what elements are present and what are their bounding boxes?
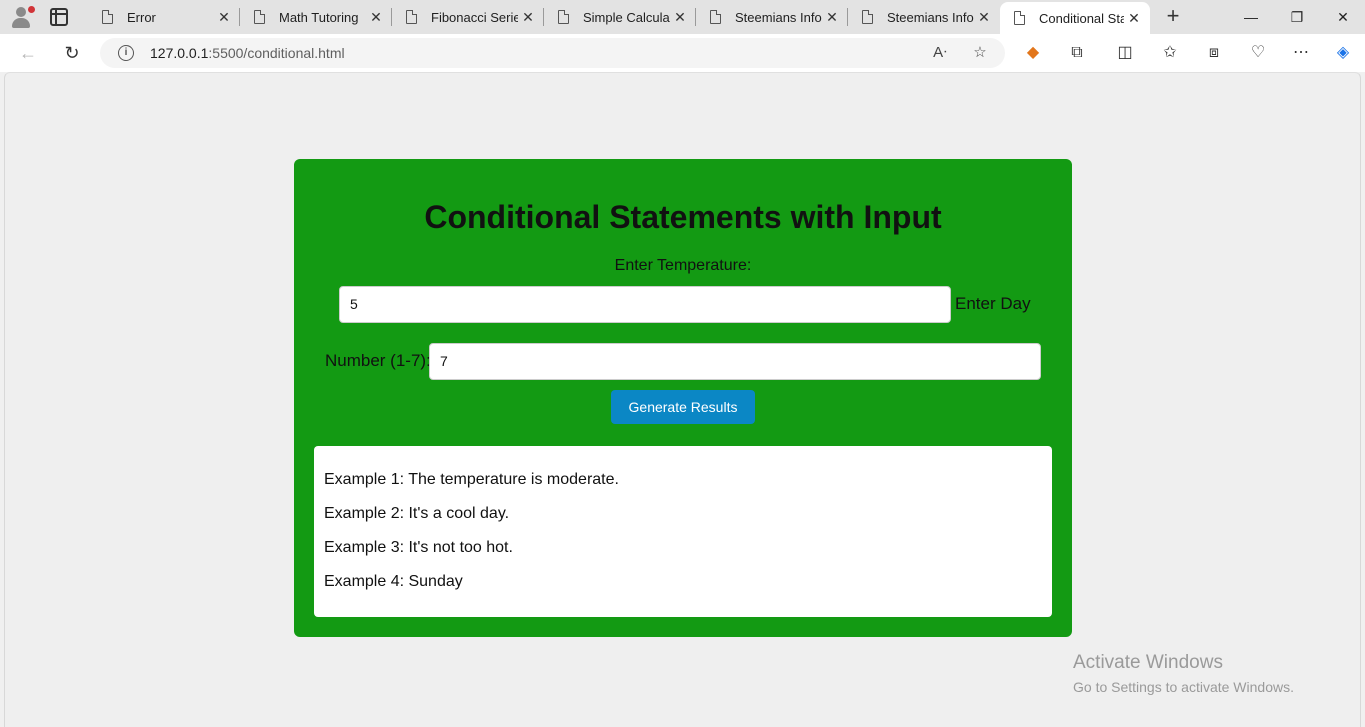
restore-icon[interactable]: ❐ xyxy=(1274,0,1320,34)
read-aloud-icon[interactable]: Aᐧ xyxy=(930,43,950,63)
tab-title: Simple Calculato xyxy=(583,9,670,25)
results-panel: Example 1: The temperature is moderate. … xyxy=(314,446,1052,617)
result-line: Example 2: It's a cool day. xyxy=(324,505,510,522)
day-number-input[interactable]: 7 xyxy=(429,343,1041,380)
close-tab-icon[interactable]: ✕ xyxy=(518,9,538,26)
close-window-icon[interactable]: ✕ xyxy=(1320,0,1365,34)
copilot-icon[interactable]: ◈ xyxy=(1332,42,1354,64)
address-bar[interactable]: i 127.0.0.1:5500/conditional.html Aᐧ ☆ xyxy=(100,38,1005,68)
generate-results-button[interactable]: Generate Results xyxy=(611,390,755,424)
extensions-icon[interactable]: ⧉ xyxy=(1066,42,1088,64)
url-text: 127.0.0.1:5500/conditional.html xyxy=(150,45,345,61)
browser-essentials-icon[interactable]: ♡ xyxy=(1247,42,1269,64)
conditional-card: Conditional Statements with Input Enter … xyxy=(294,159,1072,637)
temperature-input[interactable]: 5 xyxy=(339,286,951,323)
tab-title: Steemians Inform xyxy=(735,9,822,25)
tab-title: Conditional Stat xyxy=(1039,10,1124,26)
page-title: Conditional Statements with Input xyxy=(424,199,942,235)
page-icon xyxy=(254,10,265,24)
browser-toolbar: ← ↻ i 127.0.0.1:5500/conditional.html Aᐧ… xyxy=(0,34,1365,72)
page-icon xyxy=(406,10,417,24)
page-icon xyxy=(1014,11,1025,25)
collections-icon[interactable]: ⧈ xyxy=(1203,42,1225,64)
tab-conditional-statements[interactable]: Conditional Stat ✕ xyxy=(1000,2,1150,34)
page-icon xyxy=(558,10,569,24)
page-icon xyxy=(862,10,873,24)
watermark-line2: Go to Settings to activate Windows. xyxy=(1073,679,1294,695)
page-icon xyxy=(102,10,113,24)
day-label-part2: Number (1-7): xyxy=(325,351,431,370)
close-tab-icon[interactable]: ✕ xyxy=(974,9,994,26)
watermark-line1: Activate Windows xyxy=(1073,652,1223,673)
close-tab-icon[interactable]: ✕ xyxy=(1124,10,1144,27)
favorite-star-icon[interactable]: ☆ xyxy=(970,43,990,63)
tab-steemians-inform-1[interactable]: Steemians Inform ✕ xyxy=(696,0,848,34)
close-tab-icon[interactable]: ✕ xyxy=(214,9,234,26)
back-arrow-icon[interactable]: ← xyxy=(15,40,41,66)
profile-avatar-icon[interactable] xyxy=(8,4,35,30)
close-tab-icon[interactable]: ✕ xyxy=(366,9,386,26)
tab-error[interactable]: Error ✕ xyxy=(88,0,240,34)
tab-simple-calculator[interactable]: Simple Calculato ✕ xyxy=(544,0,696,34)
page-icon xyxy=(710,10,721,24)
result-line: Example 3: It's not too hot. xyxy=(324,539,513,556)
close-tab-icon[interactable]: ✕ xyxy=(822,9,842,26)
tab-steemians-inform-2[interactable]: Steemians Inform ✕ xyxy=(848,0,1000,34)
tab-fibonacci-series[interactable]: Fibonacci Series ✕ xyxy=(392,0,544,34)
refresh-icon[interactable]: ↻ xyxy=(59,40,85,66)
day-label-part1: Enter Day xyxy=(955,294,1031,313)
close-tab-icon[interactable]: ✕ xyxy=(670,9,690,26)
temperature-label: Enter Temperature: xyxy=(614,257,752,274)
activate-windows-watermark: Activate Windows Go to Settings to activ… xyxy=(1073,652,1294,695)
tab-title: Fibonacci Series xyxy=(431,9,518,25)
split-screen-icon[interactable]: ◫ xyxy=(1114,42,1136,64)
tab-title: Steemians Inform xyxy=(887,9,974,25)
metamask-extension-icon[interactable]: ◆ xyxy=(1022,42,1044,64)
tab-math-tutoring[interactable]: Math Tutoring ✕ xyxy=(240,0,392,34)
favorites-icon[interactable]: ✩ xyxy=(1159,42,1181,64)
result-line: Example 4: Sunday xyxy=(324,573,463,590)
new-tab-button[interactable]: + xyxy=(1161,5,1185,29)
site-info-icon[interactable]: i xyxy=(118,45,134,61)
more-options-icon[interactable]: ⋯ xyxy=(1290,42,1312,64)
tab-actions-icon[interactable] xyxy=(50,8,68,26)
minimize-icon[interactable]: — xyxy=(1228,0,1274,34)
tab-title: Error xyxy=(127,9,156,25)
result-line: Example 1: The temperature is moderate. xyxy=(324,471,619,488)
tab-title: Math Tutoring xyxy=(279,9,359,25)
tab-strip: Error ✕ Math Tutoring ✕ Fibonacci Series… xyxy=(0,0,1365,34)
